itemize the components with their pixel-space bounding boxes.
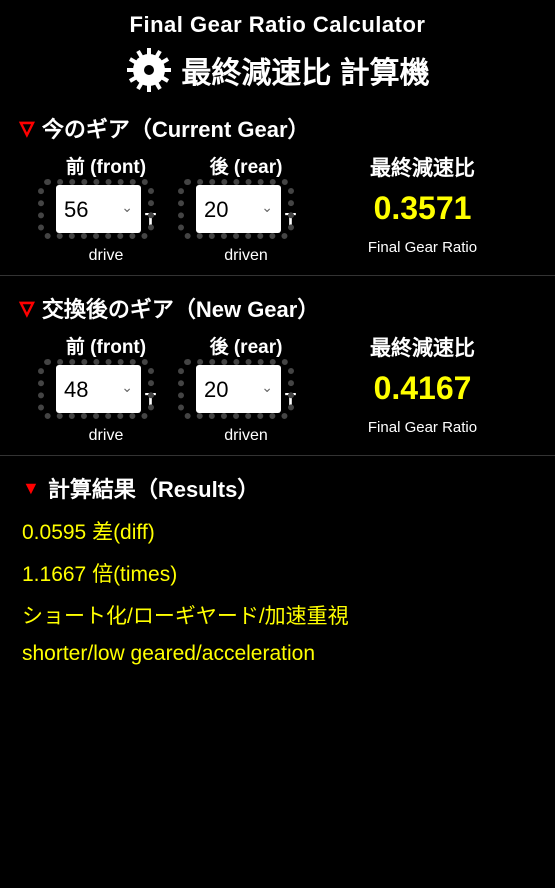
col-rear-new: 後 (rear) 20 T driven bbox=[176, 332, 316, 445]
title-en: Final Gear Ratio Calculator bbox=[0, 12, 555, 38]
front-label: 前 (front) bbox=[36, 152, 176, 179]
driven-label: driven bbox=[176, 427, 316, 445]
rear-select-new[interactable]: 20 bbox=[196, 365, 281, 413]
rear-label: 後 (rear) bbox=[176, 152, 316, 179]
input-wrap-rear: 20 T bbox=[176, 185, 316, 233]
col-front-new: 前 (front) 48 T drive bbox=[36, 332, 176, 445]
input-wrap-front: 48 T bbox=[36, 365, 176, 413]
title-row: 最終減速比 計算機 bbox=[0, 46, 555, 94]
section-results: ▼ 計算結果（Results） 0.0595 差(diff) 1.1667 倍(… bbox=[0, 462, 555, 688]
ratio-value-current: 0.3571 bbox=[326, 190, 519, 227]
triangle-icon-filled: ▼ bbox=[22, 478, 40, 499]
section-title-new: 交換後のギア（New Gear） bbox=[42, 292, 320, 324]
section-header-results: ▼ 計算結果（Results） bbox=[22, 472, 533, 504]
col-rear-current: 後 (rear) 20 T driven bbox=[176, 152, 316, 265]
section-title-current: 今のギア（Current Gear） bbox=[42, 112, 310, 144]
input-wrap-front: 56 T bbox=[36, 185, 176, 233]
gear-icon bbox=[125, 46, 173, 94]
title-jp: 最終減速比 計算機 bbox=[181, 48, 429, 92]
drive-label: drive bbox=[36, 247, 176, 265]
divider bbox=[0, 455, 555, 456]
rear-select-current[interactable]: 20 bbox=[196, 185, 281, 233]
rear-label: 後 (rear) bbox=[176, 332, 316, 359]
gear-row-current: 前 (front) 56 T drive 後 (rear) 20 bbox=[20, 152, 535, 265]
front-select-new[interactable]: 48 bbox=[56, 365, 141, 413]
ratio-value-new: 0.4167 bbox=[326, 370, 519, 407]
result-desc-jp: ショート化/ローギヤード/加速重視 bbox=[22, 600, 533, 630]
ratio-label-en: Final Gear Ratio bbox=[326, 239, 519, 256]
ratio-label: 最終減速比 bbox=[326, 332, 519, 362]
section-header-new: ▽ 交換後のギア（New Gear） bbox=[20, 292, 535, 324]
section-header-current: ▽ 今のギア（Current Gear） bbox=[20, 112, 535, 144]
section-current: ▽ 今のギア（Current Gear） 前 (front) 56 T driv… bbox=[0, 102, 555, 269]
triangle-icon: ▽ bbox=[20, 298, 34, 319]
section-title-results: 計算結果（Results） bbox=[48, 472, 259, 504]
col-result-current: 最終減速比 0.3571 Final Gear Ratio bbox=[326, 152, 519, 256]
col-result-new: 最終減速比 0.4167 Final Gear Ratio bbox=[326, 332, 519, 436]
result-times: 1.1667 倍(times) bbox=[22, 558, 533, 588]
drive-label: drive bbox=[36, 427, 176, 445]
ratio-label-en: Final Gear Ratio bbox=[326, 419, 519, 436]
section-new: ▽ 交換後のギア（New Gear） 前 (front) 48 T drive … bbox=[0, 282, 555, 449]
result-diff: 0.0595 差(diff) bbox=[22, 516, 533, 546]
input-wrap-rear: 20 T bbox=[176, 365, 316, 413]
gear-row-new: 前 (front) 48 T drive 後 (rear) 20 bbox=[20, 332, 535, 445]
front-label: 前 (front) bbox=[36, 332, 176, 359]
front-select-current[interactable]: 56 bbox=[56, 185, 141, 233]
driven-label: driven bbox=[176, 247, 316, 265]
triangle-icon: ▽ bbox=[20, 118, 34, 139]
header: Final Gear Ratio Calculator bbox=[0, 0, 555, 102]
result-desc-en: shorter/low geared/acceleration bbox=[22, 642, 533, 666]
divider bbox=[0, 275, 555, 276]
col-front-current: 前 (front) 56 T drive bbox=[36, 152, 176, 265]
ratio-label: 最終減速比 bbox=[326, 152, 519, 182]
